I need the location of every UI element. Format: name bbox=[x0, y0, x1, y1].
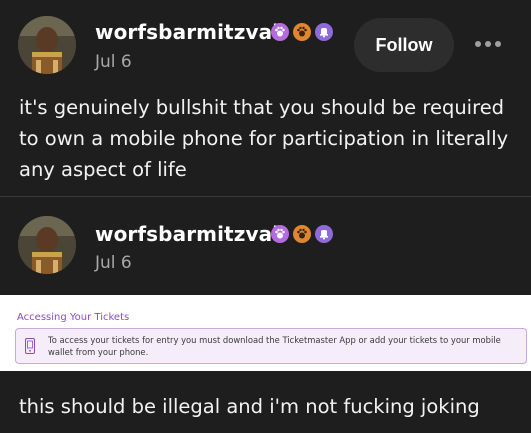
bell-badge-icon[interactable] bbox=[315, 225, 333, 243]
ticket-notice-message: To access your tickets for entry you mus… bbox=[48, 335, 501, 357]
paw-badge-icon[interactable] bbox=[271, 23, 289, 41]
avatar[interactable] bbox=[18, 16, 76, 74]
avatar[interactable] bbox=[18, 216, 76, 274]
reblog-body: this should be illegal and i'm not fucki… bbox=[19, 395, 480, 418]
username[interactable]: worfsbarmitzvah bbox=[95, 222, 287, 246]
paw-badge-icon[interactable] bbox=[293, 23, 311, 41]
reblog-header: worfsbarmitzvah Jul 6 bbox=[0, 200, 531, 290]
divider bbox=[0, 196, 531, 197]
follow-button[interactable]: Follow bbox=[354, 18, 454, 72]
more-options-icon[interactable] bbox=[472, 32, 504, 56]
ticket-notice-image: Accessing Your Tickets To access your ti… bbox=[0, 295, 531, 371]
bell-badge-icon[interactable] bbox=[315, 23, 333, 41]
badge-row bbox=[271, 225, 333, 243]
phone-icon bbox=[25, 338, 35, 354]
username[interactable]: worfsbarmitzvah bbox=[95, 20, 287, 44]
ticket-notice-box: To access your tickets for entry you mus… bbox=[15, 328, 527, 364]
post-date[interactable]: Jul 6 bbox=[95, 52, 132, 72]
post-body: it's genuinely bullshit that you should … bbox=[19, 96, 509, 181]
post: worfsbarmitzvah Jul 6 Follow it's genuin… bbox=[0, 0, 531, 196]
paw-badge-icon[interactable] bbox=[293, 225, 311, 243]
paw-badge-icon[interactable] bbox=[271, 225, 289, 243]
ticket-notice-title: Accessing Your Tickets bbox=[17, 312, 130, 323]
post-date[interactable]: Jul 6 bbox=[95, 253, 132, 273]
badge-row bbox=[271, 23, 333, 41]
